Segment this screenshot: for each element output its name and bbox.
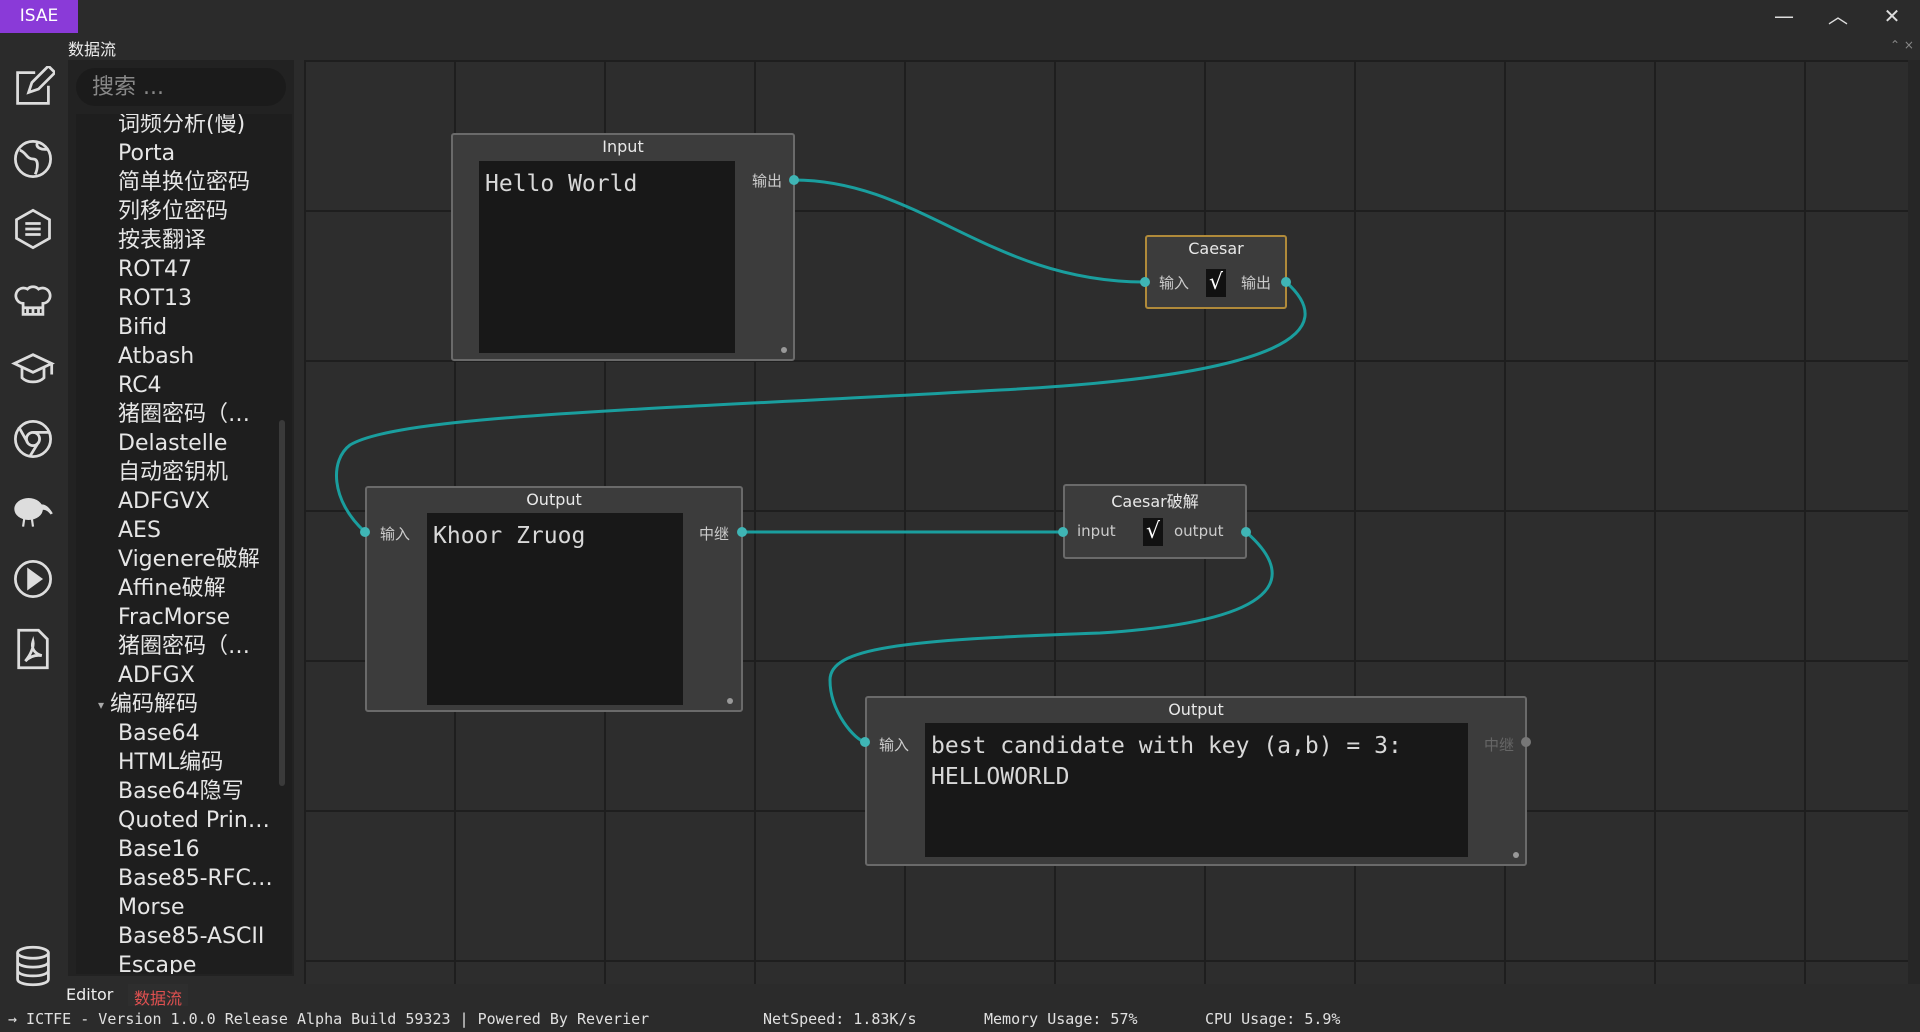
tree-item[interactable]: Base16: [118, 835, 200, 864]
caesar-crack-node[interactable]: Caesar破解 input √ output: [1063, 484, 1247, 559]
panel-controls[interactable]: ⌃ ×: [1890, 38, 1914, 52]
activity-bar: [0, 33, 66, 1003]
node-title: Caesar: [1188, 239, 1244, 258]
resize-handle[interactable]: [727, 698, 733, 704]
tree-item[interactable]: Delastelle: [118, 429, 227, 458]
relay-port-label: 中继: [1484, 736, 1515, 754]
panel-title: 数据流: [68, 40, 117, 59]
input-port-label: 输入: [879, 736, 910, 754]
tree-item[interactable]: 猪圈密码（…: [118, 632, 250, 661]
caesar-out-port[interactable]: [1280, 276, 1292, 288]
tab-editor[interactable]: Editor: [66, 985, 113, 1004]
tree-group-label: 编码解码: [110, 692, 199, 717]
tree-group-encoding[interactable]: ▾ 编码解码: [98, 690, 198, 719]
output-node-1[interactable]: Output 输入 Khoor Zruog 中继: [365, 486, 743, 712]
minimize-button[interactable]: —: [1757, 0, 1811, 33]
status-bar: → ICTFE - Version 1.0.0 Release Alpha Bu…: [0, 1006, 1920, 1032]
search-input[interactable]: [76, 68, 286, 106]
input-node[interactable]: Input Hello World 输出: [451, 133, 795, 361]
operation-tree: 词频分析(慢) Porta 简单换位密码 列移位密码 按表翻译 ROT47 ROT13 Bif…: [76, 114, 292, 974]
database-icon[interactable]: [8, 941, 58, 991]
node-title: Output: [526, 490, 582, 509]
maximize-button[interactable]: ︿: [1811, 0, 1865, 33]
tree-item[interactable]: FracMorse: [118, 603, 230, 632]
output1-in-port[interactable]: [359, 526, 371, 538]
tree-item[interactable]: Base64: [118, 719, 200, 748]
enable-checkbox[interactable]: √: [1143, 518, 1163, 546]
graduation-cap-icon[interactable]: [8, 344, 58, 394]
tree-item[interactable]: Bifid: [118, 313, 167, 342]
output-port-label: output: [1174, 522, 1224, 540]
play-circle-icon[interactable]: [8, 554, 58, 604]
tree-item[interactable]: Affine破解: [118, 574, 226, 603]
canvas-scrollbar[interactable]: [1908, 60, 1920, 984]
tree-item[interactable]: Escape: [118, 951, 196, 974]
node-title: Input: [602, 137, 644, 156]
caesar-node[interactable]: Caesar 输入 √ 输出: [1145, 235, 1287, 309]
tree-item[interactable]: AES: [118, 516, 161, 545]
tree-item[interactable]: 列移位密码: [118, 197, 228, 226]
caesar-in-port[interactable]: [1139, 276, 1151, 288]
edit-icon[interactable]: [8, 63, 58, 113]
output-port-label: 输出: [1241, 274, 1272, 292]
input-out-port[interactable]: [788, 174, 800, 186]
input-port-label: input: [1077, 522, 1116, 540]
input-port-label: 输入: [380, 525, 411, 543]
status-netspeed: NetSpeed: 1.83K/s: [763, 1010, 917, 1028]
output-port-label: 输出: [752, 172, 783, 190]
chevron-down-icon: ▾: [98, 697, 105, 712]
node-title: Caesar破解: [1111, 492, 1199, 511]
tree-item[interactable]: Atbash: [118, 342, 194, 371]
tree-item[interactable]: HTML编码: [118, 748, 223, 777]
tree-item[interactable]: Base64隐写: [118, 777, 244, 806]
resize-handle[interactable]: [781, 347, 787, 353]
tree-item[interactable]: RC4: [118, 371, 162, 400]
globe-icon[interactable]: [8, 134, 58, 184]
status-memory: Memory Usage: 57%: [984, 1010, 1138, 1028]
pdf-icon[interactable]: [8, 624, 58, 674]
tree-item[interactable]: Vigenere破解: [118, 545, 260, 574]
output2-in-port[interactable]: [859, 736, 871, 748]
tree-item[interactable]: Base85-ASCII: [118, 922, 264, 951]
tree-item[interactable]: Morse: [118, 893, 184, 922]
resize-handle[interactable]: [1513, 852, 1519, 858]
close-button[interactable]: ✕: [1865, 0, 1919, 33]
tree-item[interactable]: Quoted Prin…: [118, 806, 270, 835]
crack-out-port[interactable]: [1240, 526, 1252, 538]
tree-item[interactable]: Porta: [118, 139, 175, 168]
kiwi-bird-icon[interactable]: [8, 484, 58, 534]
node-title: Output: [1168, 700, 1224, 719]
chef-hat-icon[interactable]: [8, 274, 58, 324]
tree-item[interactable]: ROT13: [118, 284, 192, 313]
tab-bar: Editor 数据流: [66, 984, 466, 1010]
tree-item[interactable]: ADFGX: [118, 661, 195, 690]
output-textarea[interactable]: best candidate with key (a,b) = 3: HELLO…: [925, 723, 1468, 857]
input-textarea[interactable]: Hello World: [479, 161, 735, 353]
status-cpu: CPU Usage: 5.9%: [1205, 1010, 1341, 1028]
status-version: → ICTFE - Version 1.0.0 Release Alpha Bu…: [8, 1010, 650, 1028]
enable-checkbox[interactable]: √: [1206, 269, 1226, 297]
chrome-icon[interactable]: [8, 414, 58, 464]
title-bar: ISAE — ︿ ✕: [0, 0, 1920, 33]
output2-relay-port[interactable]: [1520, 736, 1532, 748]
output-textarea[interactable]: Khoor Zruog: [427, 513, 683, 705]
crack-in-port[interactable]: [1057, 526, 1069, 538]
tree-item[interactable]: 自动密钥机: [118, 458, 228, 487]
sidebar-scrollbar[interactable]: [279, 420, 285, 786]
tree-item[interactable]: 词频分析(慢): [118, 114, 245, 139]
tree-item[interactable]: 按表翻译: [118, 226, 206, 255]
output-node-2[interactable]: Output 输入 best candidate with key (a,b) …: [865, 696, 1527, 866]
input-port-label: 输入: [1159, 274, 1190, 292]
menu-list-icon[interactable]: [8, 204, 58, 254]
tree-item[interactable]: ADFGVX: [118, 487, 210, 516]
tree-item[interactable]: 简单换位密码: [118, 168, 250, 197]
tree-item[interactable]: ROT47: [118, 255, 192, 284]
tree-item[interactable]: Base85-RFC…: [118, 864, 273, 893]
relay-port-label: 中继: [699, 525, 730, 543]
tree-item[interactable]: 猪圈密码（…: [118, 400, 250, 429]
app-badge: ISAE: [0, 0, 78, 33]
output1-relay-port[interactable]: [736, 526, 748, 538]
sidebar: 词频分析(慢)Porta简单换位密码列移位密码按表翻译ROT47ROT13Bif…: [68, 60, 294, 976]
